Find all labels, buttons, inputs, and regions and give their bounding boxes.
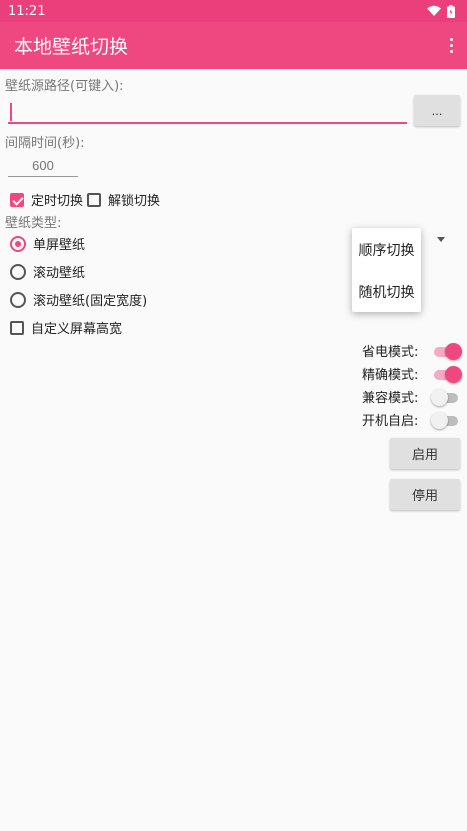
radio-scroll-fixed[interactable]: 滚动壁纸(固定宽度)	[10, 290, 147, 309]
wifi-icon	[427, 5, 441, 16]
checkbox-unchecked-icon[interactable]	[10, 320, 24, 335]
popup-item-random[interactable]: 随机切换	[352, 282, 421, 302]
source-path-label: 壁纸源路径(可键入):	[5, 79, 124, 94]
radio-label: 滚动壁纸	[33, 266, 86, 281]
interval-label: 间隔时间(秒):	[5, 136, 85, 151]
power-saving-row: 省电模式:	[362, 341, 463, 360]
radio-label: 单屏壁纸	[33, 238, 86, 253]
page-title: 本地壁纸切换	[14, 36, 129, 58]
radio-label: 滚动壁纸(固定宽度)	[33, 294, 148, 309]
checkbox-checked-icon[interactable]	[10, 192, 24, 207]
switch-order-popup: 顺序切换 随机切换	[352, 228, 421, 312]
precise-mode-label: 精确模式:	[362, 368, 419, 383]
checkbox-unchecked-icon[interactable]	[87, 192, 101, 207]
compat-mode-label: 兼容模式:	[362, 391, 419, 406]
compat-mode-switch[interactable]	[431, 388, 460, 406]
power-saving-label: 省电模式:	[362, 345, 419, 360]
wallpaper-type-label: 壁纸类型:	[5, 216, 62, 231]
radio-single-screen[interactable]: 单屏壁纸	[10, 234, 85, 253]
power-saving-switch[interactable]	[434, 342, 463, 360]
unlock-switch-checkbox[interactable]: 解锁切换	[87, 190, 160, 209]
app-bar: 本地壁纸切换	[0, 22, 467, 69]
status-time: 11:21	[8, 3, 46, 19]
compat-mode-row: 兼容模式:	[362, 387, 460, 406]
radio-unchecked-icon[interactable]	[10, 291, 26, 308]
dropdown-arrow-icon[interactable]	[437, 237, 445, 242]
enable-button[interactable]: 启用	[390, 438, 460, 469]
overflow-menu-icon[interactable]	[446, 32, 457, 59]
autostart-switch[interactable]	[431, 411, 460, 429]
radio-checked-icon[interactable]	[10, 235, 26, 252]
timed-switch-label: 定时切换	[31, 194, 84, 209]
status-bar: 11:21	[0, 0, 467, 22]
disable-button[interactable]: 停用	[390, 479, 460, 510]
interval-input[interactable]	[8, 154, 78, 177]
popup-item-sequential[interactable]: 顺序切换	[352, 240, 421, 260]
custom-screen-checkbox[interactable]: 自定义屏幕高宽	[10, 318, 122, 337]
source-path-input[interactable]	[8, 98, 407, 124]
autostart-row: 开机自启:	[362, 410, 460, 429]
precise-mode-row: 精确模式:	[362, 364, 463, 383]
browse-button[interactable]: ...	[414, 95, 460, 126]
unlock-switch-label: 解锁切换	[108, 194, 161, 209]
autostart-label: 开机自启:	[362, 414, 419, 429]
battery-icon	[447, 4, 455, 18]
radio-unchecked-icon[interactable]	[10, 263, 26, 280]
radio-scroll[interactable]: 滚动壁纸	[10, 262, 85, 281]
status-icons	[427, 4, 455, 18]
precise-mode-switch[interactable]	[434, 365, 463, 383]
custom-screen-label: 自定义屏幕高宽	[31, 322, 123, 337]
timed-switch-checkbox[interactable]: 定时切换	[10, 190, 83, 209]
text-caret	[10, 103, 12, 121]
